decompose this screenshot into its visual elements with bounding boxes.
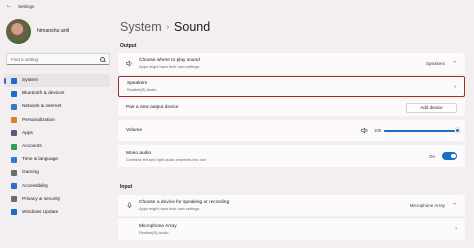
chevron-up-icon[interactable]: ⌃ bbox=[452, 203, 457, 209]
volume-label: Volume bbox=[126, 128, 142, 133]
choose-output-subtitle: Apps might have their own settings bbox=[139, 64, 200, 69]
speaker-icon bbox=[126, 60, 132, 67]
search-input[interactable]: Find a setting bbox=[6, 53, 110, 65]
microphone-title: Microphone Array bbox=[139, 223, 177, 229]
pair-output-label: Pair a new output device bbox=[126, 105, 179, 110]
volume-row: Volume 100 bbox=[118, 120, 465, 141]
update-icon bbox=[11, 209, 17, 216]
sidebar-item-label: Accounts bbox=[22, 144, 42, 150]
search-placeholder: Find a setting bbox=[11, 56, 39, 62]
output-section-label: Output bbox=[120, 43, 137, 49]
user-name: himanshu anil bbox=[37, 27, 70, 34]
add-device-button[interactable]: Add device bbox=[406, 102, 457, 113]
window-title: Settings bbox=[18, 3, 35, 9]
sidebar-item-label: Apps bbox=[22, 130, 33, 136]
monitor-icon bbox=[11, 77, 17, 84]
apps-icon bbox=[11, 130, 17, 137]
chevron-right-icon[interactable]: › bbox=[455, 226, 457, 232]
sidebar-item-apps[interactable]: Apps bbox=[4, 127, 110, 140]
speakers-subtitle: Realtek(R) Audio bbox=[127, 87, 157, 92]
sidebar-item-label: Privacy & security bbox=[22, 196, 61, 202]
microphone-icon bbox=[127, 202, 132, 209]
pair-output-row: Pair a new output device Add device bbox=[118, 99, 465, 116]
mono-audio-subtitle: Combine left and right audio channels in… bbox=[126, 156, 207, 162]
avatar[interactable] bbox=[6, 19, 31, 44]
chevron-right-icon: › bbox=[166, 23, 170, 31]
shield-icon bbox=[11, 196, 17, 203]
globe-icon bbox=[11, 156, 17, 163]
accessibility-icon bbox=[11, 183, 17, 190]
back-arrow-icon[interactable]: ← bbox=[6, 3, 12, 9]
sidebar-item-bluetooth-devices[interactable]: Bluetooth & devices bbox=[4, 87, 110, 100]
sidebar-item-accounts[interactable]: Accounts bbox=[4, 140, 110, 153]
sidebar-item-label: Bluetooth & devices bbox=[22, 91, 65, 97]
person-icon bbox=[11, 143, 17, 150]
sidebar-item-label: System bbox=[22, 78, 38, 84]
brush-icon bbox=[11, 117, 17, 124]
speakers-device-row[interactable]: Speakers Realtek(R) Audio › bbox=[118, 76, 465, 97]
mono-audio-toggle[interactable] bbox=[442, 152, 457, 160]
choose-input-row[interactable]: Choose a device for speaking or recordin… bbox=[118, 195, 465, 216]
page-title: System › Sound bbox=[120, 20, 210, 34]
choose-input-subtitle: Apps might have their own settings bbox=[139, 206, 200, 211]
choose-output-row[interactable]: Choose where to play sound Apps might ha… bbox=[118, 53, 465, 74]
volume-slider-fill bbox=[384, 130, 457, 132]
mono-audio-title: Mono audio bbox=[126, 150, 152, 156]
choose-input-value: Microphone Array bbox=[409, 203, 445, 208]
sidebar-item-personalization[interactable]: Personalization bbox=[4, 114, 110, 127]
sidebar-item-label: Personalization bbox=[22, 117, 55, 123]
bluetooth-icon bbox=[11, 90, 17, 97]
volume-icon[interactable] bbox=[361, 127, 368, 134]
sidebar-item-label: Network & internet bbox=[22, 104, 62, 110]
microphone-subtitle: Realtek(R) Audio bbox=[139, 229, 169, 235]
sidebar-item-system[interactable]: System bbox=[4, 74, 110, 88]
choose-output-title: Choose where to play sound bbox=[139, 58, 200, 63]
sidebar-item-network-internet[interactable]: Network & internet bbox=[4, 100, 110, 113]
gamepad-icon bbox=[11, 169, 17, 176]
chevron-up-icon[interactable]: ⌃ bbox=[452, 61, 457, 67]
sidebar-item-label: Accessibility bbox=[22, 183, 49, 189]
choose-input-title: Choose a device for speaking or recordin… bbox=[139, 200, 230, 205]
wifi-icon bbox=[11, 103, 17, 110]
sidebar-item-gaming[interactable]: Gaming bbox=[4, 166, 110, 179]
title-bar: ← Settings bbox=[0, 0, 474, 12]
sidebar-item-time-language[interactable]: Time & language bbox=[4, 153, 110, 166]
volume-slider-thumb[interactable] bbox=[454, 128, 460, 134]
sidebar-item-windows-update[interactable]: Windows Update bbox=[4, 206, 110, 219]
page-heading: Sound bbox=[174, 20, 211, 34]
mono-audio-row: Mono audio Combine left and right audio … bbox=[118, 145, 465, 167]
microphone-device-row[interactable]: Microphone Array Realtek(R) Audio › bbox=[118, 218, 465, 240]
choose-output-value: Speakers bbox=[425, 61, 445, 66]
sidebar-item-label: Windows Update bbox=[22, 209, 59, 215]
speakers-title: Speakers bbox=[127, 81, 148, 86]
volume-value: 100 bbox=[374, 128, 382, 133]
search-icon[interactable] bbox=[100, 56, 105, 62]
chevron-right-icon[interactable]: › bbox=[454, 84, 456, 90]
sidebar-item-label: Gaming bbox=[22, 170, 39, 176]
sidebar-item-accessibility[interactable]: Accessibility bbox=[4, 180, 110, 193]
breadcrumb-system[interactable]: System bbox=[120, 20, 162, 34]
mono-audio-state: On bbox=[428, 153, 435, 159]
user-profile[interactable]: himanshu anil bbox=[6, 19, 69, 44]
sidebar-item-privacy-security[interactable]: Privacy & security bbox=[4, 193, 110, 206]
sidebar: himanshu anil Find a setting System Bluet… bbox=[0, 12, 114, 248]
sidebar-item-label: Time & language bbox=[22, 157, 59, 163]
input-section-label: Input bbox=[120, 184, 133, 190]
sidebar-nav: System Bluetooth & devices Network & inter… bbox=[4, 74, 110, 219]
